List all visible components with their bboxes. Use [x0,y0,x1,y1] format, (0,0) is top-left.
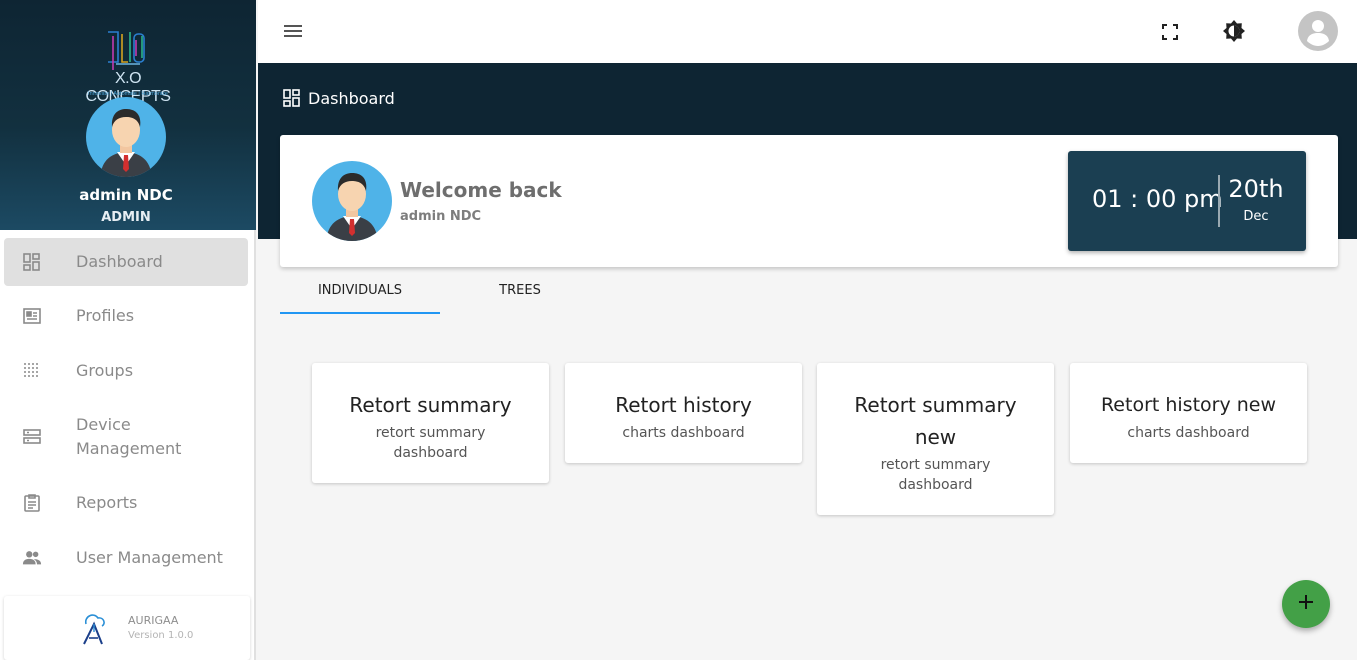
sidebar-item-label: Reports [76,493,138,512]
card-title: Retort summary [349,393,512,417]
tab-trees[interactable]: TREES [440,276,600,314]
sidebar-item-label: Groups [76,361,134,380]
clock-divider [1218,175,1220,227]
sidebar: X.O CONCEPTS Innovate | Automate | Harmo… [0,0,256,660]
breadcrumb-label: Dashboard [308,88,395,108]
sidebar-item-dashboard[interactable]: Dashboard [4,238,248,286]
version-card: AURIGAA Version 1.0.0 [4,596,250,660]
dashboard-card-retort-history-new[interactable]: Retort history new charts dashboard [1070,363,1307,463]
app-name: AURIGAA [128,614,179,627]
welcome-title: Welcome back [400,178,562,202]
device-storage-icon [22,427,42,447]
card-subtitle: retort summary dashboard [880,457,991,493]
clock-day: 20th [1228,175,1284,203]
add-fab-button[interactable] [1282,580,1330,628]
people-icon [22,548,42,568]
fullscreen-icon[interactable] [1158,20,1182,44]
card-title: Retort summary new [854,393,1017,449]
card-title: Retort history [615,393,752,417]
sidebar-item-label: Device Management [76,415,182,458]
clock-time: 01 : 00 pm [1092,185,1223,213]
card-title: Retort history new [1100,394,1277,416]
dashboard-icon [282,88,302,108]
welcome-card: Welcome back admin NDC 01 : 00 pm 20th D… [280,135,1338,267]
dashboard-card-retort-summary[interactable]: Retort summary retort summary dashboard [312,363,549,483]
sidebar-user-name: admin NDC [79,186,173,204]
sidebar-item-reports[interactable]: Reports [4,479,248,527]
sidebar-item-label: User Management [76,548,223,567]
dashboard-icon [22,252,42,272]
avatar [312,161,392,241]
sidebar-avatar [86,97,166,177]
welcome-user: admin NDC [400,209,482,224]
dashboard-card-retort-summary-new[interactable]: Retort summary new retort summary dashbo… [817,363,1054,515]
dashboard-card-retort-history[interactable]: Retort history charts dashboard [565,363,802,463]
card-subtitle: retort summary dashboard [375,425,486,461]
card-subtitle: charts dashboard [1127,425,1250,441]
sidebar-item-device-management[interactable]: Device Management [4,406,248,468]
aurigaa-logo-icon [83,614,105,645]
sidebar-header: X.O CONCEPTS Innovate | Automate | Harmo… [0,0,256,230]
clock-widget: 01 : 00 pm 20th Dec [1068,151,1306,251]
report-icon [22,493,42,513]
brightness-icon[interactable] [1221,18,1247,44]
breadcrumb: Dashboard [282,88,395,108]
app-version: Version 1.0.0 [128,630,194,641]
sidebar-item-label: Dashboard [76,252,163,271]
account-circle-icon[interactable] [1298,11,1338,51]
plus-icon [1298,594,1314,614]
tab-individuals[interactable]: INDIVIDUALS [280,276,440,314]
sidebar-user-role: ADMIN [101,210,151,225]
top-app-bar [258,0,1357,63]
sidebar-item-label: Profiles [76,306,135,325]
card-subtitle: charts dashboard [622,425,745,441]
clock-month: Dec [1243,209,1269,224]
sidebar-item-groups[interactable]: Groups [4,347,248,395]
sidebar-item-user-management[interactable]: User Management [4,534,248,582]
groups-grid-icon [22,361,42,381]
menu-icon[interactable] [282,20,304,42]
sidebar-item-profiles[interactable]: Profiles [4,292,248,340]
profile-icon [22,306,42,326]
